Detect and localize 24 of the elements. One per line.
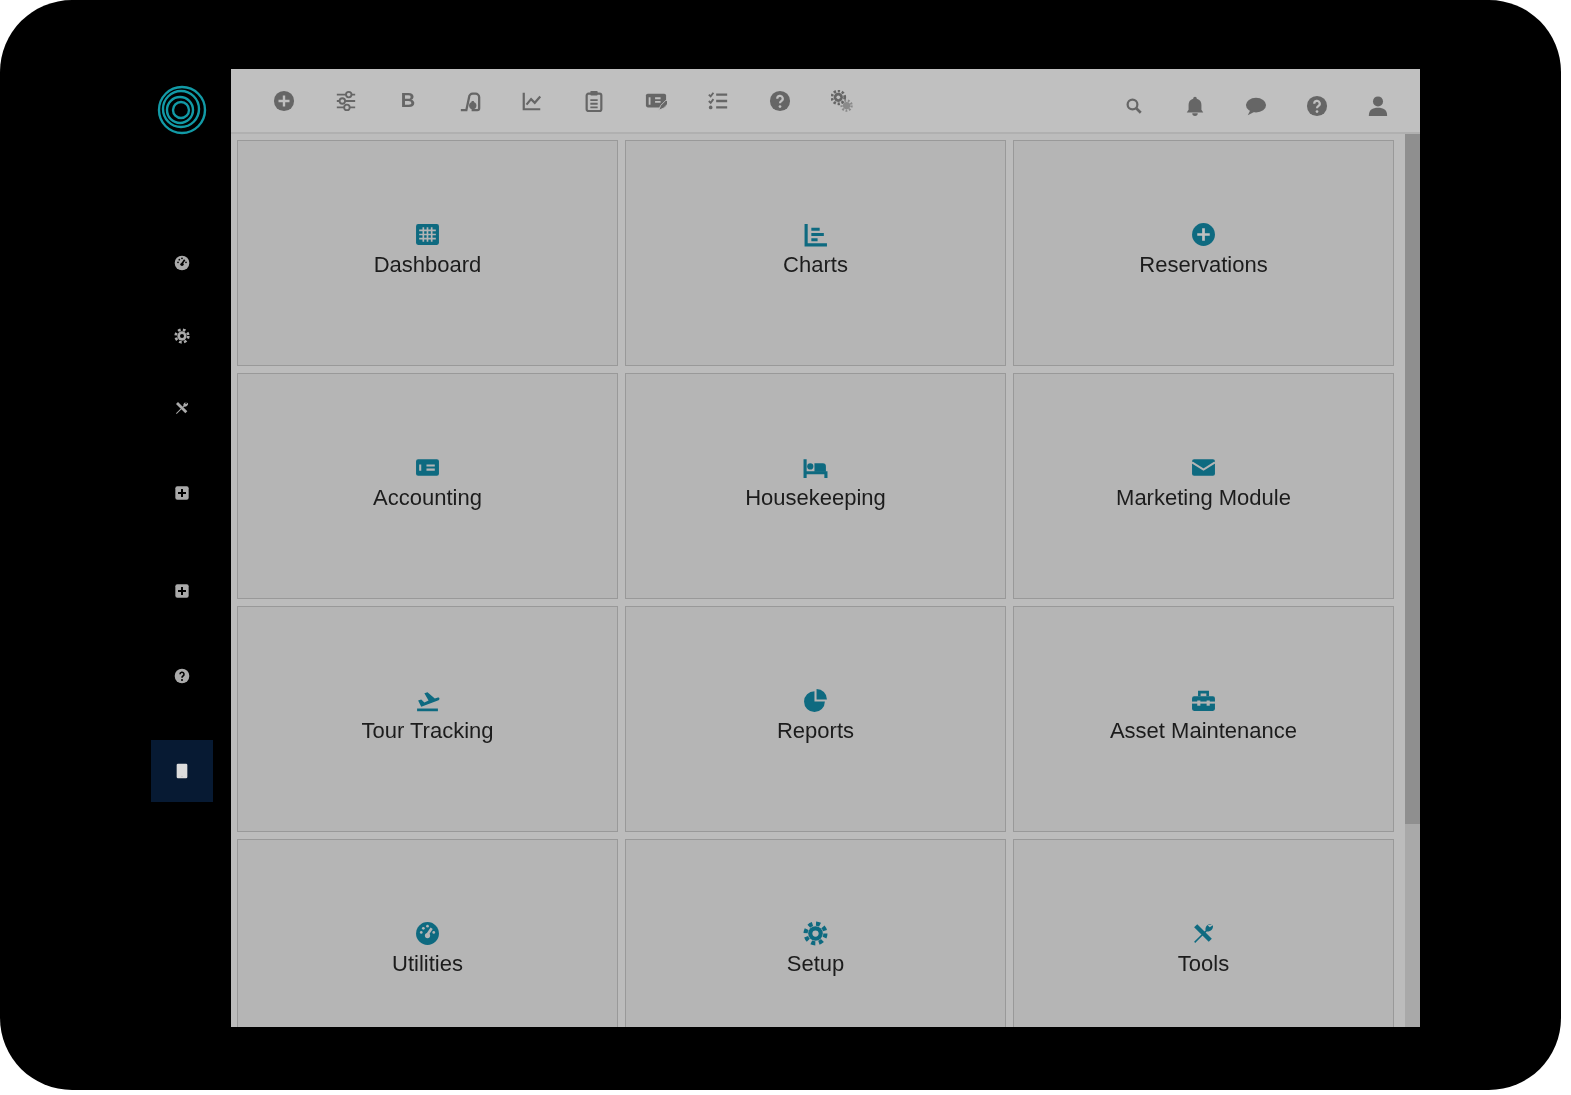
- module-tile[interactable]: Utilities: [237, 839, 618, 1027]
- module-tile[interactable]: Marketing Module: [1013, 373, 1394, 599]
- module-tile[interactable]: Reports: [625, 606, 1006, 832]
- module-tile[interactable]: Dashboard: [237, 140, 618, 366]
- module-tile[interactable]: Housekeeping: [625, 373, 1006, 599]
- tile-label: Dashboard: [373, 252, 482, 278]
- module-tile[interactable]: Tour Tracking: [237, 606, 618, 832]
- tile-label: Reservations: [1139, 252, 1268, 278]
- tile-label: Charts: [783, 252, 848, 278]
- tile-label: Setup: [786, 951, 845, 977]
- module-tile[interactable]: Charts: [625, 140, 1006, 366]
- module-tile[interactable]: Asset Maintenance: [1013, 606, 1394, 832]
- tile-label: Asset Maintenance: [1109, 718, 1298, 744]
- tile-label: Accounting: [373, 485, 482, 511]
- tile-label: Tour Tracking: [361, 718, 494, 744]
- tile-label: Housekeeping: [745, 485, 886, 511]
- tile-label: Reports: [776, 718, 854, 744]
- module-tile[interactable]: Setup: [625, 839, 1006, 1027]
- tile-label: Utilities: [392, 951, 463, 977]
- tile-label: Marketing Module: [1116, 485, 1291, 511]
- tile-label: Tools: [1177, 951, 1230, 977]
- module-tile[interactable]: Tools: [1013, 839, 1394, 1027]
- module-tile[interactable]: Reservations: [1013, 140, 1394, 366]
- module-tile[interactable]: Accounting: [237, 373, 618, 599]
